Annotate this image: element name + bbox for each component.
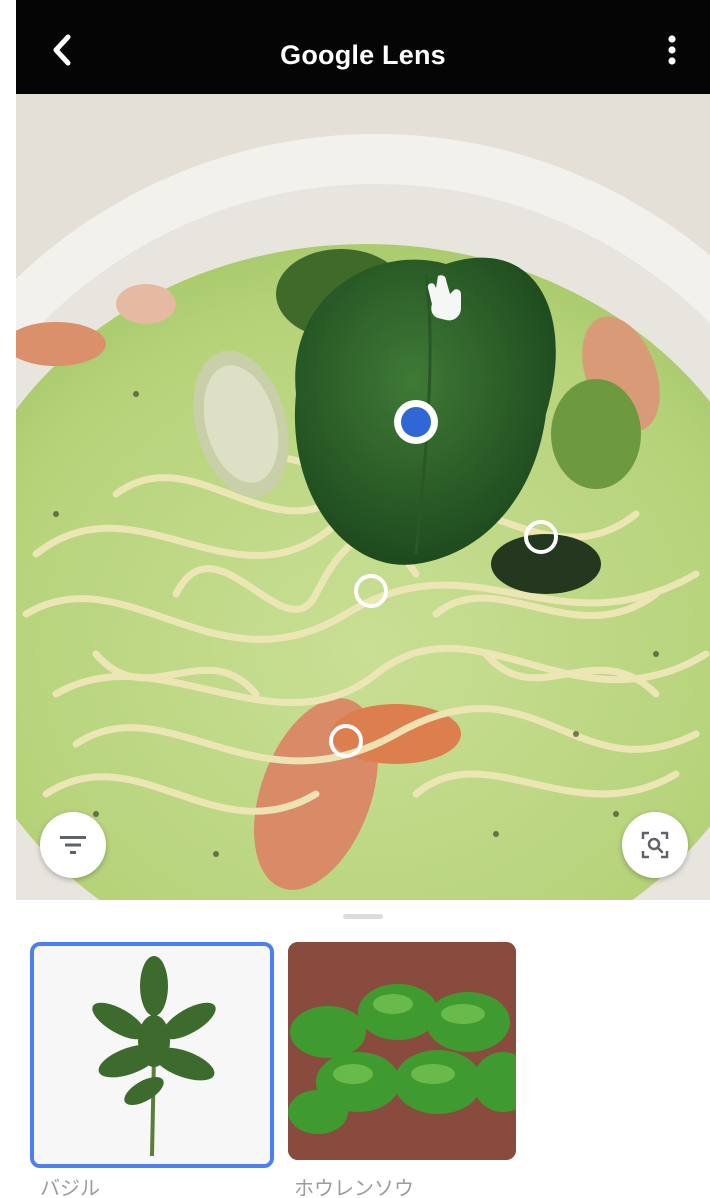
result-image-spinach [288, 942, 516, 1160]
result-card-spinach[interactable] [288, 942, 516, 1160]
result-label-spinach: ホウレンソウ [294, 1178, 414, 1198]
top-app-bar: Google Lens [16, 0, 710, 94]
filter-icon [60, 836, 86, 854]
result-label-basil: バジル [40, 1178, 100, 1198]
results-sheet[interactable]: バジル ホウレンソウ [16, 900, 710, 1198]
result-image-basil [34, 946, 270, 1164]
image-search-icon [641, 831, 669, 859]
more-vert-icon[interactable] [660, 30, 684, 70]
image-search-button[interactable] [622, 812, 688, 878]
sheet-handle[interactable] [343, 914, 383, 919]
result-card-basil[interactable] [30, 942, 274, 1168]
filter-button[interactable] [40, 812, 106, 878]
captured-photo[interactable] [16, 94, 710, 900]
app-title: Google Lens [280, 40, 446, 70]
lens-screen: Google Lens バジル ホウレンソウ [16, 0, 710, 1198]
